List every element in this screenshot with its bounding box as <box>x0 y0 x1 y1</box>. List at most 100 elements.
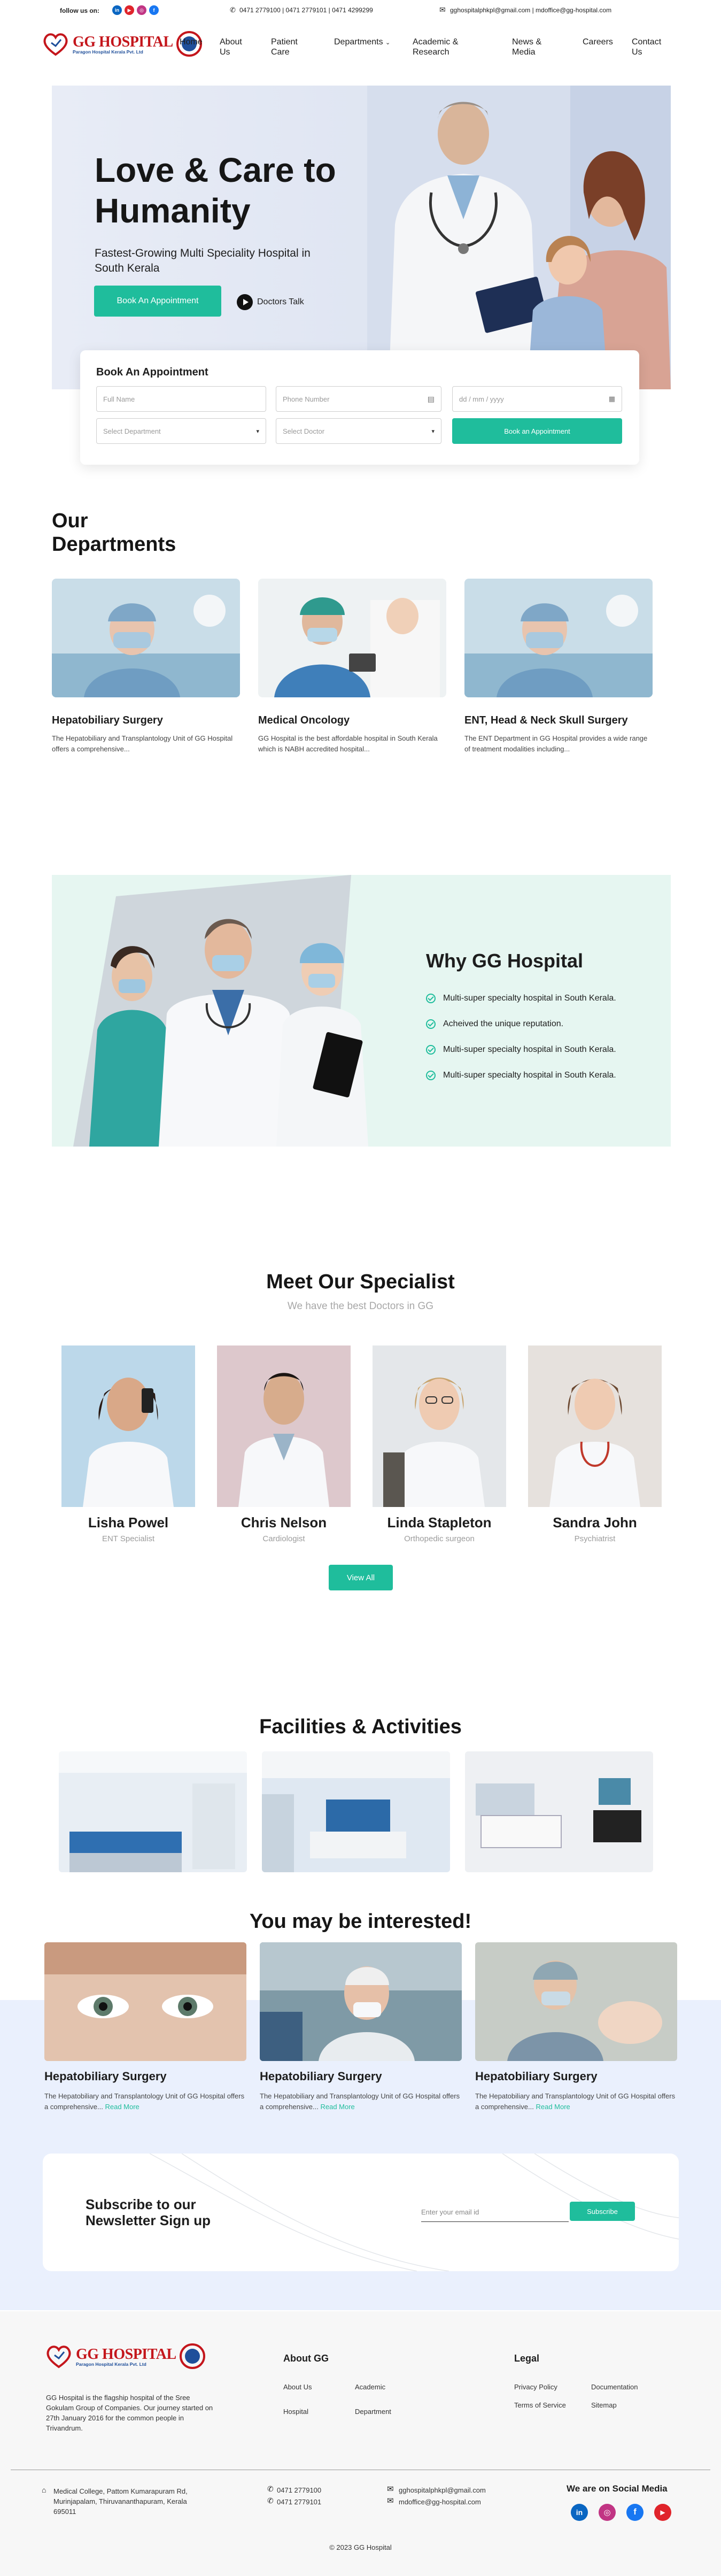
phone-icon: ✆ <box>267 2496 274 2505</box>
phone-number-placeholder: Phone Number <box>283 395 330 403</box>
specialists-subtitle: We have the best Doctors in GG <box>287 1301 434 1312</box>
site-footer: GG HOSPITAL Paragon Hospital Kerala Pvt.… <box>0 2311 721 2576</box>
subscribe-button[interactable]: Subscribe <box>570 2202 635 2221</box>
why-point: Multi-super specialty hospital in South … <box>426 1045 616 1055</box>
footer-phone-1[interactable]: 0471 2779100 <box>277 2486 321 2494</box>
why-point: Multi-super specialty hospital in South … <box>426 994 616 1003</box>
blog-desc-text: The Hepatobiliary and Transplantology Un… <box>44 2092 245 2111</box>
facebook-icon[interactable]: f <box>626 2504 644 2521</box>
date-input[interactable]: dd / mm / yyyy ▦ <box>452 386 622 412</box>
department-card[interactable]: ENT, Head & Neck Skull Surgery The ENT D… <box>464 579 653 755</box>
blog-card[interactable]: Hepatobiliary Surgery The Hepatobiliary … <box>475 1942 677 2112</box>
newsletter-title: Subscribe to our Newsletter Sign up <box>86 2196 211 2228</box>
footer-link-department[interactable]: Department <box>355 2408 391 2416</box>
doctors-team-image <box>73 875 368 1147</box>
nav-patient-care[interactable]: Patient Care <box>271 37 308 57</box>
footer-link-about-us[interactable]: About Us <box>283 2383 312 2391</box>
specialist-name: Lisha Powel <box>88 1514 169 1531</box>
location-icon: ⌂ <box>42 2486 46 2494</box>
nav-about-us[interactable]: About Us <box>220 37 252 57</box>
site-logo[interactable]: GG HOSPITAL Paragon Hospital Kerala Pvt.… <box>42 30 202 58</box>
linkedin-icon[interactable]: in <box>112 5 122 15</box>
footer-link-privacy[interactable]: Privacy Policy <box>514 2383 557 2391</box>
oncology-image <box>258 579 446 697</box>
phone-number-input[interactable]: Phone Number ▤ <box>276 386 441 412</box>
blog-card[interactable]: Hepatobiliary Surgery The Hepatobiliary … <box>260 1942 462 2112</box>
newsletter-title-line1: Subscribe to our <box>86 2196 196 2212</box>
nav-contact-us[interactable]: Contact Us <box>632 37 665 57</box>
footer-logo[interactable]: GG HOSPITAL Paragon Hospital Kerala Pvt.… <box>45 2342 205 2370</box>
nav-academic-research[interactable]: Academic & Research <box>413 37 471 57</box>
doctors-talk-button[interactable]: Doctors Talk <box>237 294 304 310</box>
specialist-card[interactable]: Linda Stapleton Orthopedic surgeon <box>373 1345 506 1543</box>
read-more-link[interactable]: Read More <box>105 2103 139 2111</box>
department-card[interactable]: Hepatobiliary Surgery The Hepatobiliary … <box>52 579 240 755</box>
why-point: Multi-super specialty hospital in South … <box>426 1071 616 1080</box>
play-icon <box>237 294 253 310</box>
footer-link-terms[interactable]: Terms of Service <box>514 2401 566 2409</box>
read-more-link[interactable]: Read More <box>320 2103 354 2111</box>
blog-desc: The Hepatobiliary and Transplantology Un… <box>475 2091 677 2112</box>
instagram-icon[interactable]: ◎ <box>137 5 146 15</box>
linkedin-icon[interactable]: in <box>571 2504 588 2521</box>
ent-image <box>464 579 653 697</box>
departments-title-line1: Our <box>52 510 88 532</box>
footer-social-title: We are on Social Media <box>567 2483 668 2494</box>
why-point-text: Multi-super specialty hospital in South … <box>443 1045 616 1054</box>
blog-desc: The Hepatobiliary and Transplantology Un… <box>260 2091 462 2112</box>
footer-link-academic[interactable]: Academic <box>355 2383 385 2391</box>
check-icon <box>426 1071 436 1080</box>
footer-link-hospital[interactable]: Hospital <box>283 2408 308 2416</box>
youtube-icon[interactable]: ▶ <box>654 2504 671 2521</box>
blog-desc-text: The Hepatobiliary and Transplantology Un… <box>260 2092 460 2111</box>
department-desc: GG Hospital is the best affordable hospi… <box>258 734 438 753</box>
footer-link-documentation[interactable]: Documentation <box>591 2383 638 2391</box>
footer-phone-2[interactable]: 0471 2779101 <box>277 2498 321 2506</box>
facebook-icon[interactable]: f <box>149 5 159 15</box>
specialist-card[interactable]: Sandra John Psychiatrist <box>528 1345 662 1543</box>
youtube-icon[interactable]: ▶ <box>125 5 134 15</box>
logo-emblem-icon <box>179 2343 205 2369</box>
department-card[interactable]: Medical Oncology GG Hospital is the best… <box>258 579 446 755</box>
specialist-card[interactable]: Lisha Powel ENT Specialist <box>61 1345 195 1543</box>
department-name: Medical Oncology <box>258 714 350 726</box>
footer-brand-name: GG HOSPITAL <box>76 2346 176 2363</box>
topbar-emails[interactable]: gghospitalphkpl@gmail.com | mdoffice@gg-… <box>450 6 611 14</box>
hero-book-appointment-button[interactable]: Book An Appointment <box>94 286 221 317</box>
nav-departments-label: Departments <box>334 37 383 47</box>
footer-email-1[interactable]: gghospitalphkpl@gmail.com <box>399 2486 486 2494</box>
footer-email-2[interactable]: mdoffice@gg-hospital.com <box>399 2498 481 2506</box>
departments-title-line2: Departments <box>52 533 176 556</box>
blog-card[interactable]: Hepatobiliary Surgery The Hepatobiliary … <box>44 1942 246 2112</box>
nav-careers[interactable]: Careers <box>583 37 613 47</box>
footer-about-title: About GG <box>283 2353 329 2364</box>
nav-departments[interactable]: Departments ⌄ <box>334 37 390 47</box>
follow-label: follow us on: <box>60 7 99 14</box>
department-select-value: Select Department <box>103 427 161 435</box>
nav-news-media[interactable]: News & Media <box>512 37 555 57</box>
specialist-name: Linda Stapleton <box>387 1514 492 1531</box>
specialist-card[interactable]: Chris Nelson Cardiologist <box>217 1345 351 1543</box>
facility-image[interactable] <box>59 1751 247 1872</box>
view-all-button[interactable]: View All <box>329 1565 393 1590</box>
check-icon <box>426 1045 436 1055</box>
facility-image[interactable] <box>465 1751 653 1872</box>
doctor-select[interactable]: Select Doctor ▾ <box>276 418 441 444</box>
topbar-phones[interactable]: 0471 2779100 | 0471 2779101 | 0471 42992… <box>239 6 373 14</box>
surgery-image <box>52 579 240 697</box>
read-more-link[interactable]: Read More <box>536 2103 570 2111</box>
instagram-icon[interactable]: ◎ <box>599 2504 616 2521</box>
blog-title: Hepatobiliary Surgery <box>260 2070 382 2083</box>
specialist-photo <box>217 1345 351 1507</box>
book-appointment-submit-button[interactable]: Book an Appointment <box>452 418 622 444</box>
department-desc: The Hepatobiliary and Transplantology Un… <box>52 734 233 753</box>
facilities-title: Facilities & Activities <box>259 1716 462 1738</box>
phone-icon: ✆ <box>267 2485 274 2493</box>
full-name-input[interactable]: Full Name <box>96 386 266 412</box>
newsletter-email-input[interactable]: Enter your email id <box>421 2203 569 2222</box>
department-select[interactable]: Select Department ▾ <box>96 418 266 444</box>
facility-image[interactable] <box>262 1751 450 1872</box>
nav-home[interactable]: Home <box>180 37 203 47</box>
footer-link-sitemap[interactable]: Sitemap <box>591 2401 617 2409</box>
why-point: Acheived the unique reputation. <box>426 1019 563 1029</box>
